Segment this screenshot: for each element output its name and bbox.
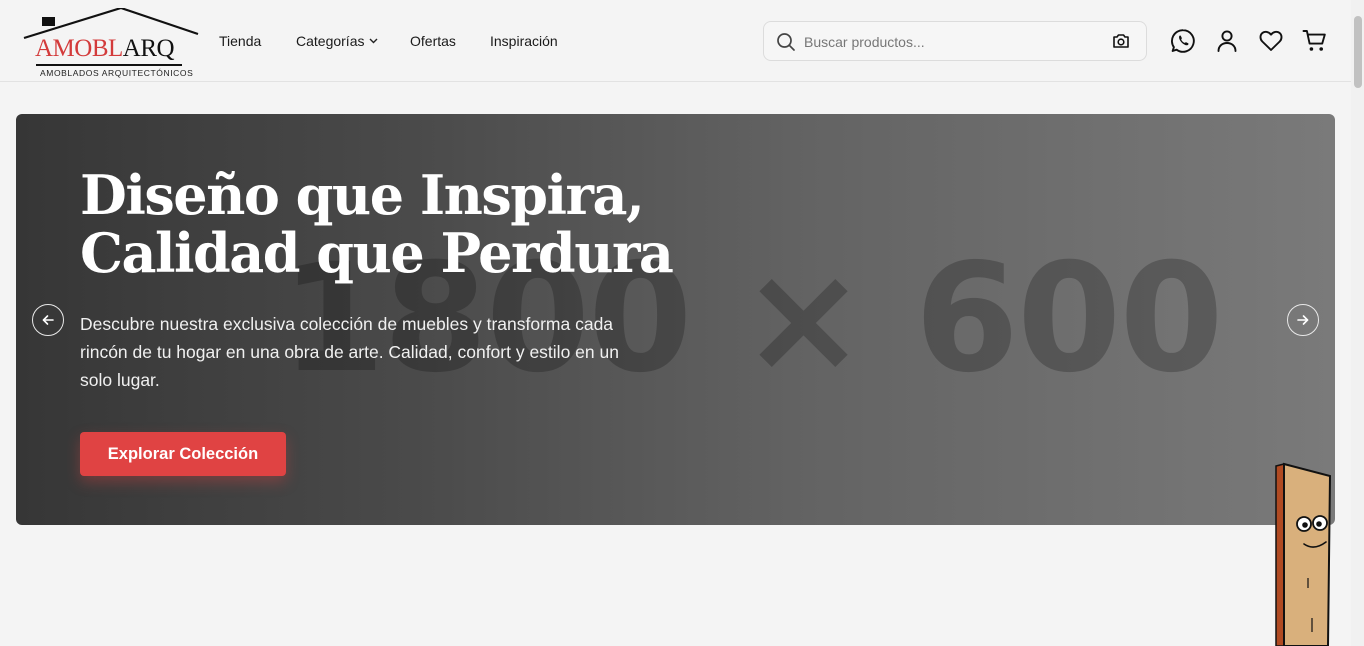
hero-banner: 1800 × 600 Diseño que Inspira, Calidad q…: [16, 114, 1335, 525]
nav-item-ofertas[interactable]: Ofertas: [410, 33, 456, 49]
hero-title: Diseño que Inspira, Calidad que Perdura: [80, 166, 700, 282]
nav-item-label: Categorías: [296, 33, 365, 49]
camera-icon[interactable]: [1112, 33, 1130, 49]
cart-icon[interactable]: [1302, 28, 1328, 54]
hero-description: Descubre nuestra exclusiva colección de …: [80, 314, 619, 390]
chevron-down-icon: [369, 38, 378, 44]
page-scrollbar[interactable]: [1351, 0, 1364, 646]
carousel-prev-button[interactable]: [32, 304, 64, 336]
site-header: AMOBLARQ AMOBLADOS ARQUITECTÓNICOS Tiend…: [0, 0, 1351, 82]
nav-item-tienda[interactable]: Tienda: [219, 33, 261, 49]
nav-item-categorias[interactable]: Categorías: [296, 33, 378, 49]
arrow-left-icon: [42, 315, 54, 325]
hero-title-line-2: Calidad que Perdura: [80, 221, 674, 285]
nav-item-inspiracion[interactable]: Inspiración: [490, 33, 558, 49]
search-input[interactable]: [804, 31, 1104, 53]
logo-underline: [36, 64, 182, 66]
logo-tagline: AMOBLADOS ARQUITECTÓNICOS: [40, 68, 194, 78]
explore-collection-button[interactable]: Explorar Colección: [80, 432, 286, 476]
mascot-plank-icon[interactable]: [1272, 462, 1334, 646]
hero-title-line-1: Diseño que Inspira,: [80, 163, 645, 227]
logo-wordmark: AMOBLARQ: [35, 35, 175, 62]
search-bar: [763, 21, 1147, 61]
arrow-right-icon: [1297, 315, 1309, 325]
user-icon[interactable]: [1214, 28, 1240, 54]
logo[interactable]: AMOBLARQ AMOBLADOS ARQUITECTÓNICOS: [22, 8, 200, 80]
carousel-next-button[interactable]: [1287, 304, 1319, 336]
whatsapp-icon[interactable]: [1170, 28, 1196, 54]
heart-icon[interactable]: [1258, 28, 1284, 54]
search-icon[interactable]: [776, 32, 796, 52]
scrollbar-thumb[interactable]: [1354, 16, 1362, 88]
